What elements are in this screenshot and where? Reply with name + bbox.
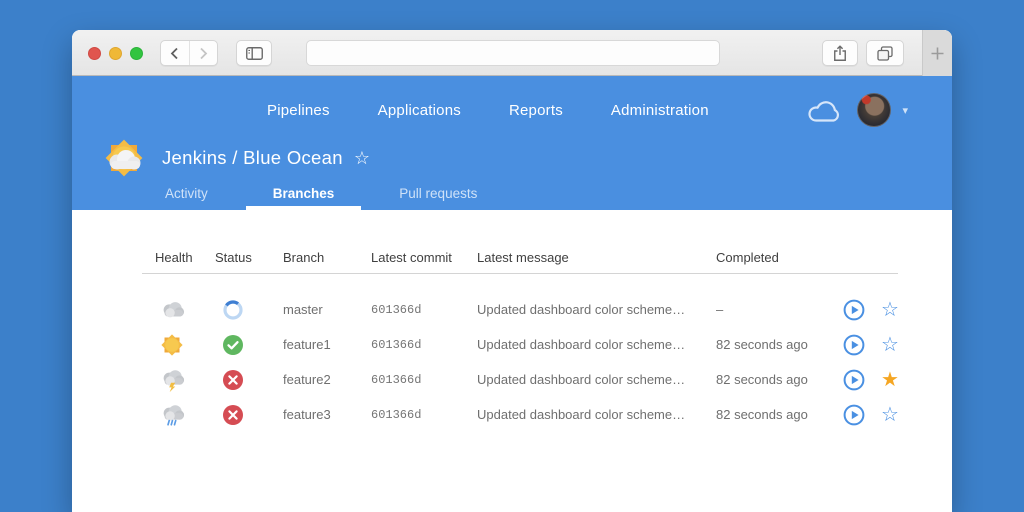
header-right: ▾ bbox=[807, 89, 908, 131]
table-row-master[interactable]: master 601366d Updated dashboard color s… bbox=[142, 292, 898, 327]
chevron-left-icon bbox=[170, 47, 179, 60]
commit-hash: 601366d bbox=[371, 373, 477, 387]
column-header-health: Health bbox=[155, 250, 215, 265]
table-row-feature1[interactable]: feature1 601366d Updated dashboard color… bbox=[142, 327, 898, 362]
address-bar[interactable] bbox=[306, 40, 720, 66]
health-rain-icon bbox=[155, 402, 215, 428]
chevron-down-icon[interactable]: ▾ bbox=[902, 104, 908, 117]
close-window-button[interactable] bbox=[88, 47, 101, 60]
table-row-feature2[interactable]: feature2 601366d Updated dashboard color… bbox=[142, 362, 898, 397]
show-all-tabs-button[interactable] bbox=[866, 40, 904, 66]
commit-hash: 601366d bbox=[371, 303, 477, 317]
browser-window: Pipelines Applications Reports Administr… bbox=[72, 30, 952, 512]
commit-hash: 601366d bbox=[371, 408, 477, 422]
latest-message: Updated dashboard color scheme… bbox=[477, 372, 716, 387]
completed-time: 82 seconds ago bbox=[716, 337, 836, 352]
branch-name: feature2 bbox=[283, 372, 371, 387]
commit-hash: 601366d bbox=[371, 338, 477, 352]
column-header-completed: Completed bbox=[716, 250, 836, 265]
play-icon bbox=[843, 404, 865, 426]
status-failed-icon bbox=[215, 369, 283, 391]
new-tab-button[interactable] bbox=[922, 30, 952, 76]
browser-toolbar bbox=[72, 30, 952, 76]
column-header-branch: Branch bbox=[283, 250, 371, 265]
table-header-row: Health Status Branch Latest commit Lates… bbox=[142, 250, 898, 274]
history-nav-group bbox=[160, 40, 218, 66]
content-area: Health Status Branch Latest commit Lates… bbox=[72, 210, 952, 512]
favorite-star-icon[interactable]: ☆ bbox=[872, 335, 908, 355]
sidebar-icon bbox=[246, 47, 263, 60]
run-button[interactable] bbox=[836, 369, 872, 391]
chevron-right-icon bbox=[199, 47, 208, 60]
nav-item-administration[interactable]: Administration bbox=[611, 102, 709, 119]
page-title: Jenkins / Blue Ocean bbox=[162, 147, 343, 169]
main-nav: Pipelines Applications Reports Administr… bbox=[267, 93, 709, 127]
branch-name: feature3 bbox=[283, 407, 371, 422]
share-button[interactable] bbox=[822, 40, 858, 66]
branches-table: Health Status Branch Latest commit Lates… bbox=[142, 250, 898, 432]
favorite-pipeline-star-icon[interactable]: ☆ bbox=[354, 148, 370, 169]
completed-time: 82 seconds ago bbox=[716, 372, 836, 387]
minimize-window-button[interactable] bbox=[109, 47, 122, 60]
status-running-spinner-icon bbox=[215, 299, 283, 321]
play-icon bbox=[843, 299, 865, 321]
share-icon bbox=[833, 45, 847, 62]
play-icon bbox=[843, 334, 865, 356]
weather-partly-cloudy-icon bbox=[100, 134, 148, 182]
branch-name: feature1 bbox=[283, 337, 371, 352]
status-success-icon bbox=[215, 334, 283, 356]
latest-message: Updated dashboard color scheme… bbox=[477, 302, 716, 317]
column-header-status: Status bbox=[215, 250, 283, 265]
favorite-star-icon[interactable]: ☆ bbox=[872, 300, 908, 320]
run-button[interactable] bbox=[836, 334, 872, 356]
tabs-overview-icon bbox=[877, 46, 893, 61]
tab-branches-label: Branches bbox=[273, 186, 335, 201]
cloud-status-icon[interactable] bbox=[807, 98, 842, 123]
back-button[interactable] bbox=[161, 41, 189, 65]
tab-branches[interactable]: Branches bbox=[246, 176, 362, 210]
tab-activity[interactable]: Activity bbox=[138, 176, 235, 210]
title-row: Jenkins / Blue Ocean ☆ bbox=[100, 134, 370, 182]
tab-bar: Activity Branches Pull requests bbox=[138, 176, 515, 210]
completed-time: 82 seconds ago bbox=[716, 407, 836, 422]
favorite-star-icon[interactable]: ☆ bbox=[872, 405, 908, 425]
play-icon bbox=[843, 369, 865, 391]
table-body: master 601366d Updated dashboard color s… bbox=[142, 292, 898, 432]
column-header-latest-message: Latest message bbox=[477, 250, 716, 265]
nav-item-pipelines[interactable]: Pipelines bbox=[267, 102, 330, 119]
sidebar-toggle-button[interactable] bbox=[236, 40, 272, 66]
column-header-latest-commit: Latest commit bbox=[371, 250, 477, 265]
user-avatar[interactable] bbox=[857, 93, 891, 127]
tab-activity-label: Activity bbox=[165, 186, 208, 201]
nav-item-applications[interactable]: Applications bbox=[378, 102, 461, 119]
latest-message: Updated dashboard color scheme… bbox=[477, 337, 716, 352]
nav-item-reports[interactable]: Reports bbox=[509, 102, 563, 119]
table-row-feature3[interactable]: feature3 601366d Updated dashboard color… bbox=[142, 397, 898, 432]
zoom-window-button[interactable] bbox=[130, 47, 143, 60]
forward-button[interactable] bbox=[189, 41, 218, 65]
status-failed-icon bbox=[215, 404, 283, 426]
tab-pull-requests-label: Pull requests bbox=[399, 186, 477, 201]
app-header: Pipelines Applications Reports Administr… bbox=[72, 76, 952, 210]
run-button[interactable] bbox=[836, 299, 872, 321]
favorite-star-icon-active[interactable]: ★ bbox=[872, 370, 908, 390]
completed-time: – bbox=[716, 302, 836, 317]
health-partly-cloudy-icon bbox=[155, 297, 215, 323]
run-button[interactable] bbox=[836, 404, 872, 426]
branch-name: master bbox=[283, 302, 371, 317]
health-sunny-icon bbox=[155, 332, 215, 358]
health-storm-icon bbox=[155, 367, 215, 393]
tab-pull-requests[interactable]: Pull requests bbox=[372, 176, 504, 210]
plus-icon bbox=[931, 47, 944, 60]
latest-message: Updated dashboard color scheme… bbox=[477, 407, 716, 422]
